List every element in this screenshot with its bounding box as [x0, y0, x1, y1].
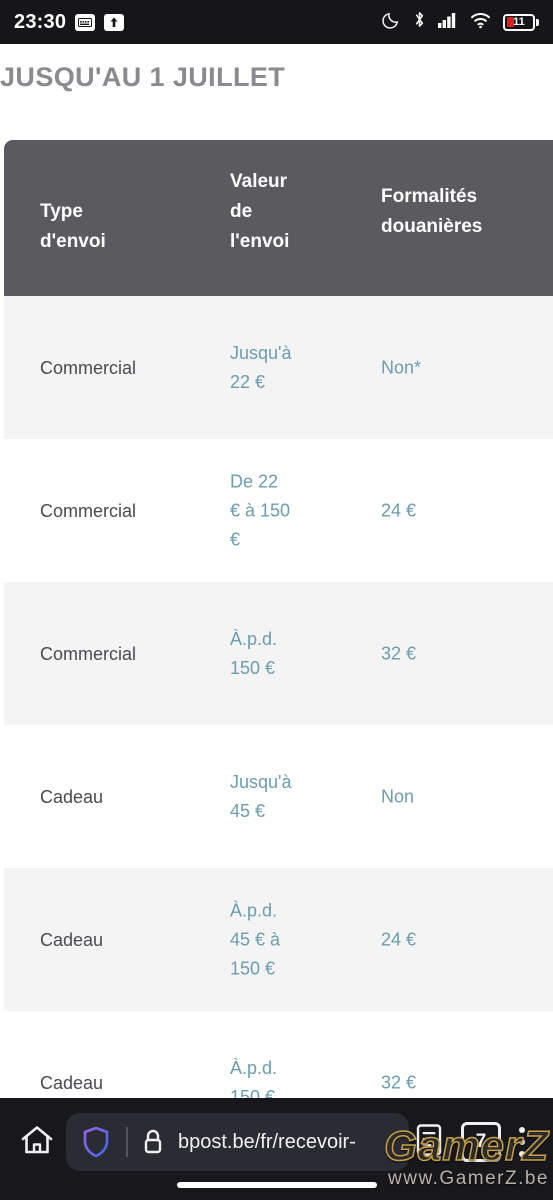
table-row: Cadeau À.p.d. 45 € à 150 € 24 €	[4, 868, 553, 1011]
battery-cap	[536, 18, 539, 26]
table-row: Cadeau Jusqu'à 45 € Non	[4, 725, 553, 868]
url-bar[interactable]: bpost.be/fr/recevoir-	[66, 1113, 409, 1171]
overflow-menu-icon	[519, 1151, 525, 1157]
cell-type: Cadeau	[40, 786, 104, 807]
column-header-formalities: Formalités douanières	[381, 186, 483, 237]
overflow-menu-button[interactable]	[505, 1119, 539, 1165]
status-bar: 23:30 11	[0, 0, 553, 44]
table-row: Commercial À.p.d. 150 € 32 €	[4, 582, 553, 725]
tab-count: 7	[475, 1131, 487, 1152]
cell-formalities[interactable]: 32 €	[381, 639, 531, 668]
cell-formalities[interactable]: 24 €	[381, 496, 531, 525]
cell-value[interactable]: À.p.d. 45 € à 150 €	[230, 896, 348, 983]
status-bar-left: 23:30	[14, 10, 125, 34]
url-bar-divider	[126, 1127, 128, 1157]
tab-counter-button[interactable]: 7	[461, 1122, 501, 1162]
shield-icon[interactable]	[76, 1125, 116, 1159]
cell-type: Cadeau	[40, 1072, 104, 1093]
battery-indicator: 11	[503, 13, 539, 31]
cell-value[interactable]: Jusqu'à 45 €	[230, 768, 348, 826]
cell-value[interactable]: Jusqu'à 22 €	[230, 339, 348, 397]
cell-type: Commercial	[40, 357, 137, 378]
upload-arrow-icon	[104, 13, 125, 31]
home-button[interactable]	[14, 1119, 60, 1165]
column-header-type: Type d'envoi	[40, 201, 106, 252]
cell-formalities[interactable]: Non*	[381, 353, 531, 382]
cellular-signal-icon	[438, 11, 459, 33]
overflow-menu-icon	[519, 1127, 525, 1133]
phone-screen: 23:30 11 JUSQU'AU 1 JUILLET Type d'envoi…	[0, 0, 553, 1200]
keyboard-icon	[75, 13, 96, 31]
padlock-icon	[138, 1127, 168, 1157]
do-not-disturb-moon-icon	[382, 10, 401, 34]
table-row: Commercial De 22 € à 150 € 24 €	[4, 439, 553, 582]
battery-body: 11	[503, 13, 535, 31]
cell-type: Commercial	[40, 500, 137, 521]
clock: 23:30	[14, 10, 67, 33]
status-bar-right: 11	[382, 10, 539, 34]
column-header-value: Valeur de l'envoi	[230, 171, 290, 252]
wifi-icon	[470, 11, 492, 34]
cell-formalities[interactable]: 32 €	[381, 1068, 531, 1097]
battery-percent: 11	[513, 15, 525, 28]
home-icon	[20, 1124, 54, 1161]
cell-formalities[interactable]: Non	[381, 782, 531, 811]
cell-value[interactable]: À.p.d. 150 €	[230, 625, 348, 683]
bluetooth-icon	[412, 10, 427, 34]
overflow-menu-icon	[519, 1139, 525, 1145]
cell-type: Commercial	[40, 643, 137, 664]
table-row: Commercial Jusqu'à 22 € Non*	[4, 296, 553, 439]
browser-toolbar: bpost.be/fr/recevoir- 7 GamerZ www.Gamer…	[0, 1098, 553, 1200]
reader-mode-icon	[414, 1123, 444, 1162]
cell-value[interactable]: De 22 € à 150 €	[230, 467, 348, 554]
url-text[interactable]: bpost.be/fr/recevoir-	[178, 1131, 399, 1154]
reader-mode-button[interactable]	[407, 1119, 451, 1165]
page-title: JUSQU'AU 1 JUILLET	[0, 62, 286, 92]
cell-type: Cadeau	[40, 929, 104, 950]
customs-formalities-table: Type d'envoi Valeur de l'envoi Formalité…	[4, 140, 553, 1154]
navigation-handle-bar[interactable]	[176, 1182, 377, 1188]
cell-formalities[interactable]: 24 €	[381, 925, 531, 954]
table-header-row: Type d'envoi Valeur de l'envoi Formalité…	[4, 140, 553, 296]
